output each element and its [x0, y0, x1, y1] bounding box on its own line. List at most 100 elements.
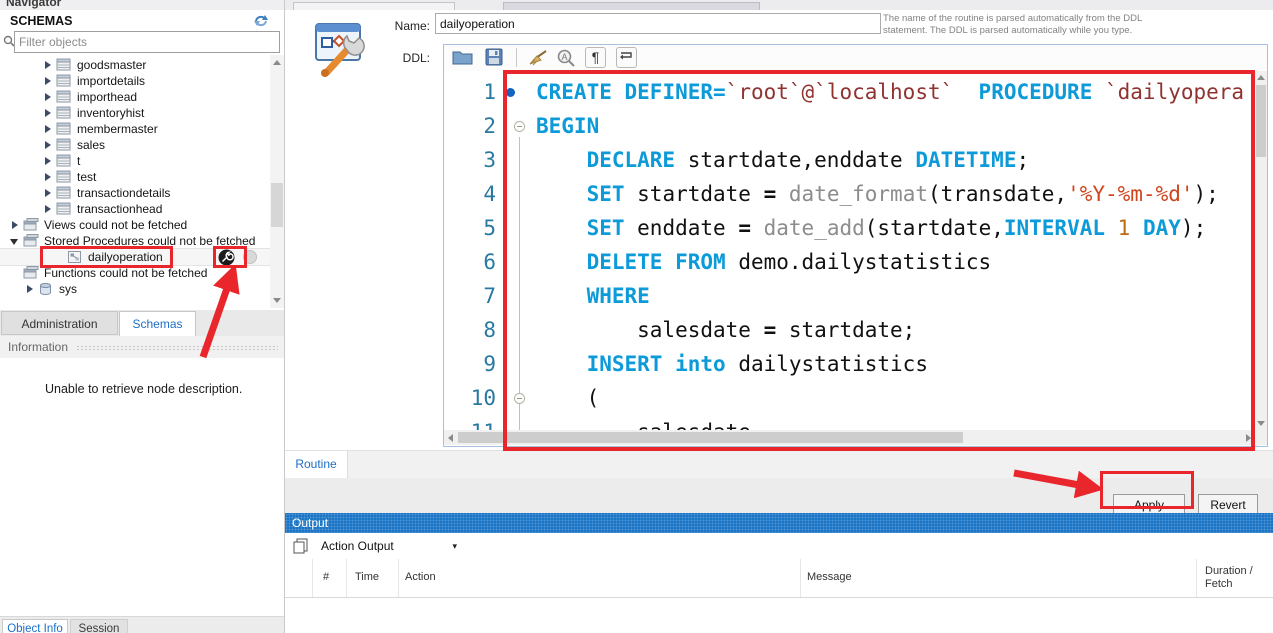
- editor-horizontal-scrollbar[interactable]: [444, 430, 1255, 445]
- tree-item-label: Functions could not be fetched: [44, 266, 207, 280]
- line-number: 11: [444, 415, 496, 430]
- sidebar-item-sys[interactable]: sys: [0, 281, 270, 297]
- tree-item-label: transactiondetails: [77, 186, 170, 200]
- output-column-header: Action: [405, 571, 436, 583]
- sidebar-item-importhead[interactable]: importhead: [0, 89, 270, 105]
- filter-objects-input[interactable]: [14, 31, 280, 53]
- scroll-right-icon[interactable]: [1246, 434, 1251, 442]
- code-line-11: salesdate: [536, 415, 751, 430]
- edit-routine-wrench-icon[interactable]: [218, 249, 236, 267]
- output-view-select[interactable]: Action Output ▾: [315, 536, 465, 556]
- code-fold-marker-icon[interactable]: [514, 393, 525, 404]
- scroll-up-icon[interactable]: [1257, 75, 1265, 80]
- line-number: 1: [444, 75, 496, 109]
- tree-item-label: sys: [59, 282, 77, 296]
- sidebar-item-transactionhead[interactable]: transactionhead: [0, 201, 270, 217]
- scroll-down-icon[interactable]: [1257, 421, 1265, 426]
- expand-arrow-icon[interactable]: [42, 108, 54, 118]
- routine-name-input[interactable]: [435, 13, 881, 34]
- table-icon: [56, 185, 72, 201]
- find-icon[interactable]: A: [556, 48, 577, 69]
- header-dots-decoration: [76, 345, 278, 351]
- sidebar-item-importdetails[interactable]: importdetails: [0, 73, 270, 89]
- refresh-icon[interactable]: [252, 13, 270, 28]
- fold-guide-line: [519, 137, 520, 430]
- save-icon[interactable]: [485, 48, 504, 67]
- show-invisibles-icon[interactable]: ¶: [585, 47, 606, 68]
- sidebar-bottom-tabbar: Object Info Session: [0, 616, 284, 633]
- tree-item-label: importdetails: [77, 74, 145, 88]
- sidebar-item-membermaster[interactable]: membermaster: [0, 121, 270, 137]
- sidebar-item-inventoryhist[interactable]: inventoryhist: [0, 105, 270, 121]
- expand-arrow-icon[interactable]: [42, 92, 54, 102]
- sidebar-item-functions-could-not-be-fetched[interactable]: Functions could not be fetched: [0, 265, 270, 281]
- expand-arrow-icon[interactable]: [42, 172, 54, 182]
- line-number: 8: [444, 313, 496, 347]
- sidebar-item-t[interactable]: t: [0, 153, 270, 169]
- open-file-icon[interactable]: [452, 48, 474, 66]
- sidebar-item-stored-procedures-could-not-be-fetched[interactable]: Stored Procedures could not be fetched: [0, 233, 270, 249]
- word-wrap-icon[interactable]: [616, 47, 637, 68]
- code-line-6: DELETE FROM demo.dailystatistics: [536, 245, 991, 279]
- expand-arrow-icon[interactable]: [24, 284, 36, 294]
- expand-arrow-icon[interactable]: [42, 204, 54, 214]
- code-line-1: CREATE DEFINER=`root`@`localhost` PROCED…: [536, 75, 1244, 109]
- tree-item-label: dailyoperation: [88, 250, 163, 264]
- code-fold-marker-icon[interactable]: [514, 121, 525, 132]
- tree-item-label: t: [77, 154, 80, 168]
- expand-arrow-icon[interactable]: [42, 188, 54, 198]
- tab-schemas[interactable]: Schemas: [119, 311, 196, 336]
- sidebar-item-views-could-not-be-fetched[interactable]: Views could not be fetched: [0, 217, 270, 233]
- tab-object-info[interactable]: Object Info: [2, 619, 68, 633]
- tree-item-label: inventoryhist: [77, 106, 144, 120]
- output-table-header: #TimeActionMessageDuration / Fetch: [285, 559, 1273, 598]
- output-stack-icon[interactable]: [293, 538, 309, 554]
- beautify-icon[interactable]: [526, 48, 550, 68]
- output-column-header: #: [323, 571, 329, 583]
- tree-scrollbar-thumb[interactable]: [271, 183, 283, 227]
- code-line-9: INSERT into dailystatistics: [536, 347, 928, 381]
- scroll-left-icon[interactable]: [448, 434, 453, 442]
- output-column-header: Message: [807, 571, 852, 583]
- information-panel: Unable to retrieve node description.: [0, 358, 284, 615]
- tab-session[interactable]: Session: [70, 619, 128, 633]
- schemas-header-row: SCHEMAS: [0, 10, 284, 32]
- apply-revert-bar: Apply Revert: [285, 478, 1273, 513]
- sidebar-item-test[interactable]: test: [0, 169, 270, 185]
- mysql-workbench-window: Navigator SCHEMAS goodsmaster importdeta…: [0, 0, 1273, 633]
- table-icon: [56, 73, 72, 89]
- expand-arrow-icon[interactable]: [42, 124, 54, 134]
- output-column-header: Duration / Fetch: [1205, 565, 1263, 591]
- line-number: 3: [444, 143, 496, 177]
- tab-administration[interactable]: Administration: [1, 311, 118, 335]
- view-routine-icon[interactable]: [243, 250, 257, 264]
- tree-scrollbar[interactable]: [270, 55, 284, 308]
- expand-arrow-icon[interactable]: [42, 76, 54, 86]
- object-folder-icon: [23, 265, 39, 281]
- line-number: 2: [444, 109, 496, 143]
- line-number: 10: [444, 381, 496, 415]
- tree-item-label: transactionhead: [77, 202, 162, 216]
- ddl-code-editor[interactable]: A ¶ 1 CREATE DEFINER=`root`@`localhost` P…: [443, 44, 1268, 447]
- expand-arrow-icon[interactable]: [9, 220, 21, 230]
- hscrollbar-thumb[interactable]: [458, 432, 963, 443]
- table-icon: [56, 153, 72, 169]
- code-line-8: salesdate = startdate;: [536, 313, 915, 347]
- expand-arrow-icon[interactable]: [42, 140, 54, 150]
- sidebar-item-transactiondetails[interactable]: transactiondetails: [0, 185, 270, 201]
- sidebar-item-sales[interactable]: sales: [0, 137, 270, 153]
- sidebar-item-goodsmaster[interactable]: goodsmaster: [0, 57, 270, 73]
- expand-arrow-icon[interactable]: [42, 156, 54, 166]
- collapse-arrow-icon[interactable]: [9, 236, 21, 246]
- vscrollbar-thumb[interactable]: [1256, 85, 1266, 157]
- tab-routine[interactable]: Routine: [285, 451, 348, 479]
- tree-item-label: importhead: [77, 90, 137, 104]
- scroll-down-icon[interactable]: [273, 298, 281, 303]
- tree-indent-spacer: [53, 252, 65, 262]
- expand-arrow-icon[interactable]: [42, 60, 54, 70]
- tree-item-label: Views could not be fetched: [44, 218, 187, 232]
- code-area[interactable]: 1 CREATE DEFINER=`root`@`localhost` PROCE…: [444, 71, 1254, 430]
- editor-vertical-scrollbar[interactable]: [1255, 71, 1267, 430]
- scroll-up-icon[interactable]: [273, 60, 281, 65]
- code-line-2: BEGIN: [536, 109, 599, 143]
